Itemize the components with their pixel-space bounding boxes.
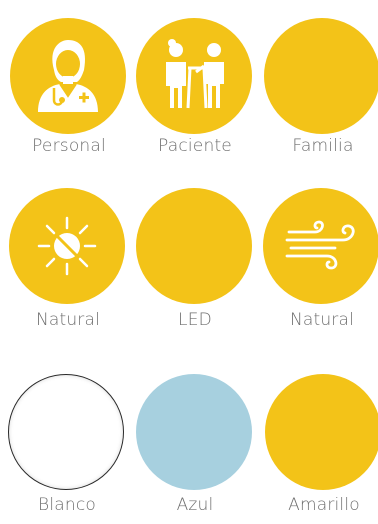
- option-blanco[interactable]: Blanco: [8, 374, 126, 524]
- sun-icon: [35, 214, 99, 278]
- option-personal[interactable]: Personal: [10, 18, 128, 168]
- option-led[interactable]: LED: [136, 188, 254, 338]
- option-label: Azul: [176, 495, 214, 515]
- option-familia[interactable]: Familia: [264, 18, 378, 168]
- yellow-circle: [136, 18, 252, 134]
- yellow-circle: [9, 188, 125, 304]
- option-label: Familia: [292, 136, 354, 156]
- wind-icon: [281, 218, 361, 274]
- option-label: Natural: [289, 310, 355, 330]
- option-label: Amarillo: [288, 495, 360, 515]
- yellow-circle: [263, 188, 378, 304]
- option-label: LED: [178, 310, 212, 330]
- option-paciente[interactable]: Paciente: [136, 18, 254, 168]
- yellow-circle: [10, 18, 126, 134]
- white-circle: [8, 374, 124, 490]
- option-label: Blanco: [38, 495, 96, 515]
- blue-circle: [136, 374, 252, 490]
- option-azul[interactable]: Azul: [136, 374, 254, 524]
- option-label: Paciente: [158, 136, 232, 156]
- option-natural-light[interactable]: Natural: [9, 188, 127, 338]
- yellow-circle: [136, 188, 252, 304]
- option-natural-ventilation[interactable]: Natural: [263, 188, 378, 338]
- doctor-icon: [30, 36, 106, 116]
- option-label: Natural: [35, 310, 101, 330]
- patient-with-walker-icon: [152, 38, 236, 114]
- option-label: Personal: [32, 136, 106, 156]
- yellow-circle: [265, 374, 378, 490]
- yellow-circle: [264, 18, 378, 134]
- option-amarillo[interactable]: Amarillo: [265, 374, 378, 524]
